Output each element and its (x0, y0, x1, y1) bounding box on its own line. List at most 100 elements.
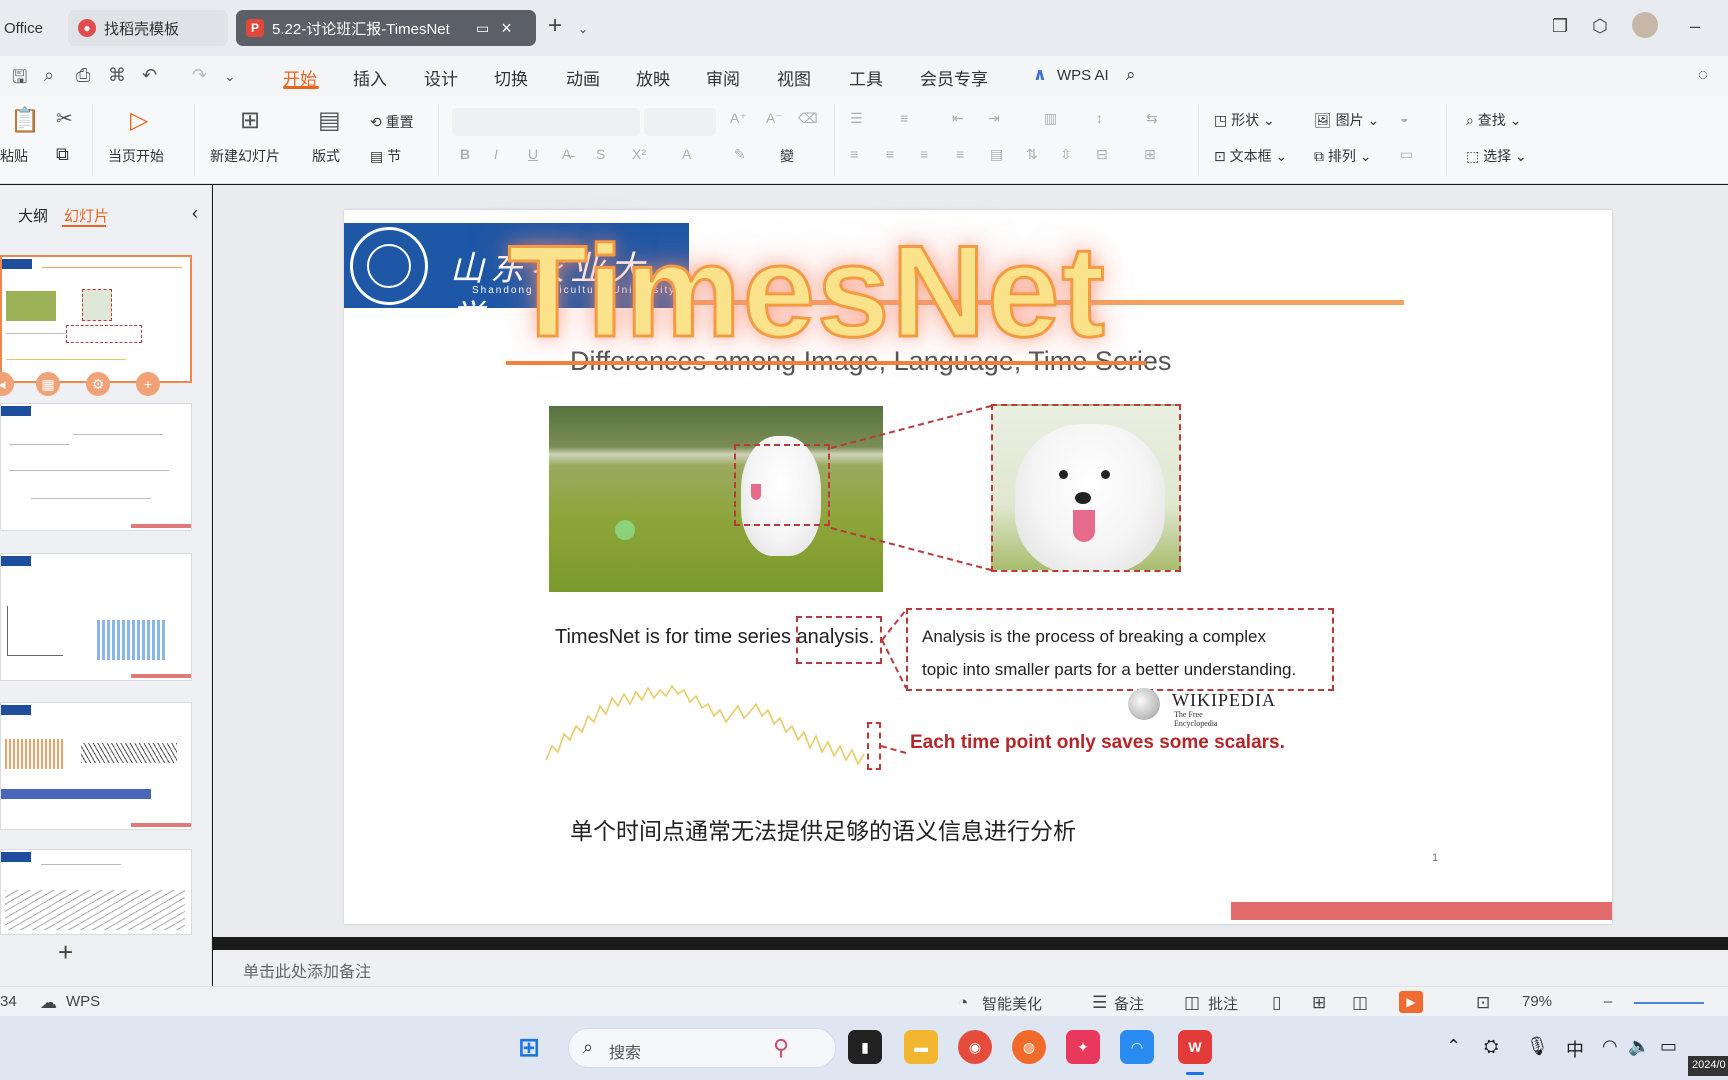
normal-view-icon[interactable]: ▯ (1272, 993, 1281, 1013)
window-restore-icon[interactable]: ❐ (1552, 16, 1568, 37)
avatar[interactable] (1632, 12, 1658, 38)
phonetic-icon[interactable]: 變 (780, 146, 794, 166)
collapse-panel-icon[interactable]: ‹ (192, 203, 198, 224)
paste-icon[interactable]: 📋 (10, 106, 40, 135)
wps-ai-icon[interactable]: ∧ (1033, 65, 1047, 85)
font-name-select[interactable] (452, 108, 640, 136)
paste-button[interactable]: 粘贴 (0, 146, 28, 166)
taskbar-search[interactable]: ⌕ 搜索 ⚲ (568, 1028, 836, 1068)
shape-fill-icon[interactable]: ◒ (1400, 110, 1408, 126)
print-preview-icon[interactable]: ⌘ (108, 65, 126, 86)
comments-button[interactable]: 批注 (1208, 993, 1238, 1014)
presentation-app-icon[interactable]: ✦ (1066, 1030, 1100, 1064)
menu-insert[interactable]: 插入 (353, 65, 387, 90)
play-icon[interactable]: ▷ (130, 106, 148, 135)
play-slideshow-icon[interactable]: ▶ (1399, 991, 1423, 1013)
columns-icon[interactable]: ▥ (1044, 110, 1057, 127)
new-slide-button[interactable]: 新建幻灯片 (210, 146, 280, 166)
slide-thumbnail[interactable] (0, 702, 192, 830)
text-shadow-icon[interactable]: S (596, 146, 605, 162)
beautify-icon[interactable]: ◔ (958, 993, 968, 1013)
fit-window-icon[interactable]: ⊡ (1476, 993, 1490, 1013)
shape-outline-icon[interactable]: ▭ (1400, 146, 1413, 163)
zoom-slider[interactable] (1634, 1002, 1704, 1004)
select-button[interactable]: ⬚ 选择 ⌄ (1466, 146, 1527, 166)
reading-view-icon[interactable]: ◫ (1352, 993, 1368, 1013)
menu-review[interactable]: 审阅 (706, 65, 740, 90)
wifi-icon[interactable]: ◠ (1602, 1036, 1618, 1057)
highlight-icon[interactable]: ✎ (734, 146, 746, 163)
task-view-icon[interactable]: ▮ (848, 1030, 882, 1064)
zoom-out-icon[interactable]: – (1604, 993, 1612, 1010)
screen-icon[interactable]: ▭ (476, 20, 489, 37)
reset-button[interactable]: ⟲ 重置 (370, 112, 414, 132)
wps-label[interactable]: WPS (66, 993, 100, 1010)
align-center-icon[interactable]: ≡ (886, 146, 894, 162)
menu-animation[interactable]: 动画 (566, 65, 600, 90)
menu-view[interactable]: 视图 (777, 65, 811, 90)
indent-icon[interactable]: ⇥ (988, 110, 1000, 127)
sorter-view-icon[interactable]: ⊞ (1312, 993, 1326, 1013)
shape-button[interactable]: ◳ 形状 ⌄ (1214, 110, 1275, 130)
tab-list-chevron-icon[interactable]: ⌄ (578, 22, 588, 36)
copy-icon[interactable]: ⧉ (56, 144, 69, 165)
wps-cloud-icon[interactable]: ☁ (40, 993, 57, 1013)
battery-icon[interactable]: ▭ (1660, 1036, 1677, 1057)
distribute-icon[interactable]: ▤ (990, 146, 1003, 163)
wps-office-icon[interactable]: W (1178, 1030, 1212, 1064)
add-slide-button[interactable]: + (58, 937, 73, 968)
clear-format-icon[interactable]: ⌫ (798, 110, 818, 127)
tab-document[interactable]: P 5.22-讨论班汇报-TimesNet ▭ × (236, 10, 536, 46)
redo-icon[interactable]: ↷ (192, 65, 207, 86)
cut-icon[interactable]: ✂ (56, 106, 73, 131)
font-color-icon[interactable]: A (682, 146, 691, 162)
text-direction-icon[interactable]: ⇆ (1146, 110, 1158, 127)
menu-tools[interactable]: 工具 (849, 65, 883, 90)
underline-icon[interactable]: U (528, 146, 538, 162)
menu-transition[interactable]: 切换 (494, 65, 528, 90)
align-right-icon[interactable]: ≡ (920, 146, 928, 162)
menu-wps-ai[interactable]: WPS AI (1057, 67, 1109, 84)
font-size-select[interactable] (644, 108, 716, 136)
valign-icon[interactable]: ⇳ (1060, 146, 1072, 163)
messenger-icon[interactable]: ◠ (1120, 1030, 1154, 1064)
text-box-align-icon[interactable]: ⊞ (1144, 146, 1156, 163)
find-button[interactable]: ⌕ 查找 ⌄ (1466, 110, 1521, 130)
line-spacing-icon[interactable]: ↕ (1096, 110, 1103, 126)
ime-indicator[interactable]: 中 (1566, 1036, 1584, 1062)
chat-icon[interactable]: ◌ (1698, 65, 1708, 85)
menu-slideshow[interactable]: 放映 (636, 65, 670, 90)
thumb-action-icon[interactable]: ◂ (0, 372, 14, 396)
notes-icon[interactable]: ☰ (1092, 993, 1107, 1013)
thumb-add-icon[interactable]: + (136, 372, 160, 396)
new-tab-icon[interactable]: + (548, 12, 562, 40)
smart-text-icon[interactable]: ⊟ (1096, 146, 1108, 163)
tab-slides[interactable]: 幻灯片 (64, 205, 109, 226)
save-icon[interactable]: 🖫 (12, 65, 27, 95)
layout-icon[interactable]: ▤ (318, 106, 341, 135)
clock-date[interactable]: 2024/0 (1688, 1056, 1728, 1076)
section-button[interactable]: ▤ 节 (370, 146, 401, 166)
tray-app-icon[interactable]: ⛭ (1484, 1036, 1498, 1057)
font-grow-icon[interactable]: A⁺ (730, 110, 747, 127)
minimize-icon[interactable]: – (1690, 16, 1700, 37)
arrange-button[interactable]: ⧉ 排列 ⌄ (1314, 146, 1372, 166)
search-icon[interactable]: ⌕ (1126, 65, 1136, 85)
bullets-icon[interactable]: ☰ (850, 110, 863, 127)
font-shrink-icon[interactable]: A⁻ (766, 110, 783, 127)
chrome-icon[interactable]: ◉ (958, 1030, 992, 1064)
tab-template[interactable]: ● 找稻壳模板 (68, 10, 228, 46)
thumb-transition-icon[interactable]: ⚙ (86, 372, 110, 396)
superscript-icon[interactable]: X² (632, 146, 646, 162)
picture-button[interactable]: 🖼 图片 ⌄ (1314, 110, 1379, 130)
thumb-replace-icon[interactable]: ▦ (36, 372, 60, 396)
paragraph-spacing-icon[interactable]: ⇅ (1026, 146, 1038, 163)
tab-office[interactable]: Office (0, 10, 54, 46)
menu-design[interactable]: 设计 (424, 65, 458, 90)
play-current-button[interactable]: 当页开始 (108, 146, 164, 166)
layout-button[interactable]: 版式 (312, 146, 340, 166)
notes-pane[interactable]: 单击此处添加备注 (213, 950, 1728, 988)
slide-thumbnail[interactable] (0, 255, 192, 383)
file-explorer-icon[interactable]: ▬ (904, 1030, 938, 1064)
justify-icon[interactable]: ≡ (956, 146, 964, 162)
